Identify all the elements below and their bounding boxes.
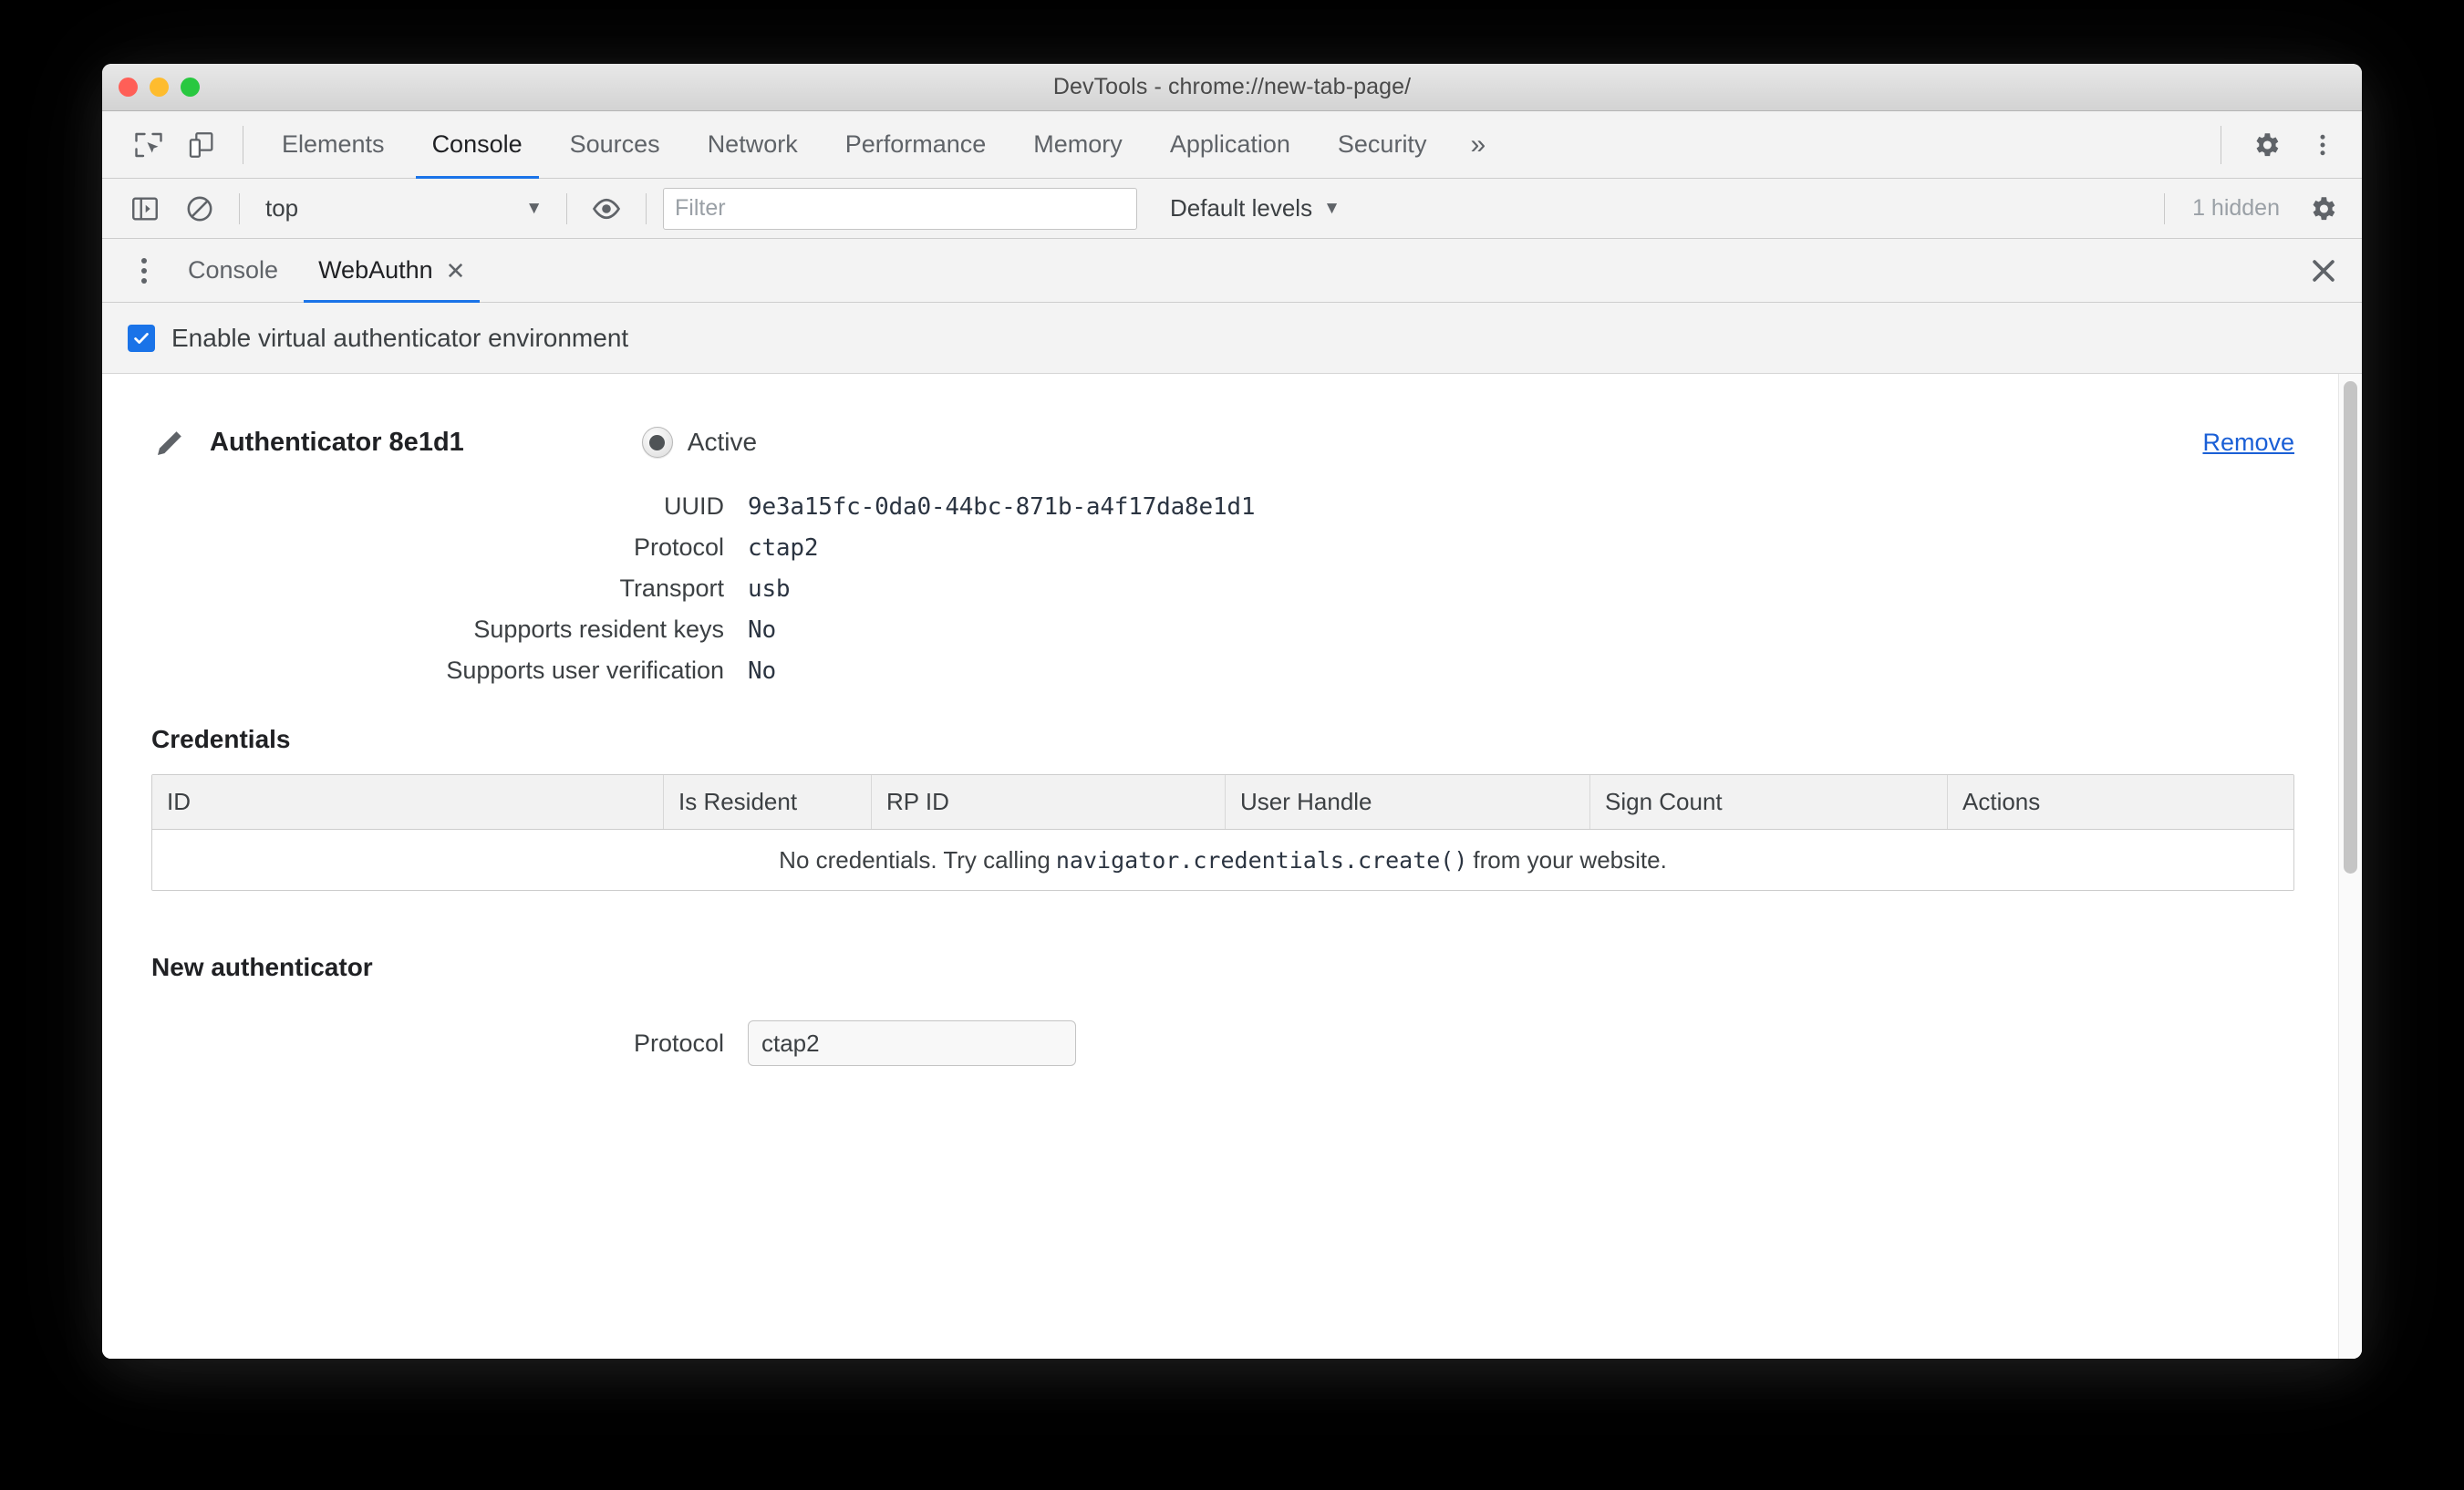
- column-header-is-resident[interactable]: Is Resident: [663, 775, 871, 829]
- empty-message-suffix: from your website.: [1473, 845, 1667, 874]
- minimize-window-button[interactable]: [150, 78, 169, 97]
- empty-message-prefix: No credentials. Try calling: [779, 845, 1051, 874]
- credentials-table: ID Is Resident RP ID User Handle Sign Co…: [151, 774, 2294, 891]
- authenticator-properties: UUID 9e3a15fc-0da0-44bc-871b-a4f17da8e1d…: [128, 492, 2294, 685]
- hidden-messages-count[interactable]: 1 hidden: [2176, 195, 2296, 222]
- drawer-tab-webauthn[interactable]: WebAuthn ✕: [298, 239, 485, 303]
- property-row-transport: Transport usb: [128, 574, 2294, 603]
- close-window-button[interactable]: [119, 78, 138, 97]
- tab-sources[interactable]: Sources: [546, 111, 684, 179]
- toolbar-divider: [646, 192, 647, 224]
- property-row-supports-resident-keys: Supports resident keys No: [128, 616, 2294, 644]
- drawer-tab-label: WebAuthn: [318, 256, 433, 284]
- column-header-id[interactable]: ID: [152, 775, 663, 829]
- more-tabs-chevron-icon[interactable]: »: [1450, 111, 1506, 179]
- column-header-rp-id[interactable]: RP ID: [871, 775, 1225, 829]
- tab-elements[interactable]: Elements: [258, 111, 409, 179]
- tab-network[interactable]: Network: [684, 111, 822, 179]
- zoom-window-button[interactable]: [181, 78, 200, 97]
- authenticator-name: Authenticator 8e1d1: [210, 427, 464, 457]
- new-authenticator-protocol-row: Protocol ctap2: [128, 1020, 2294, 1066]
- drawer-tab-label: Console: [188, 256, 279, 284]
- credentials-title: Credentials: [151, 725, 291, 753]
- clear-console-icon[interactable]: [173, 182, 226, 235]
- property-key: Transport: [619, 574, 724, 602]
- property-key: Supports resident keys: [473, 616, 724, 643]
- new-authenticator-protocol-select[interactable]: ctap2: [748, 1020, 1076, 1066]
- enable-virtual-authenticator-checkbox[interactable]: [128, 324, 155, 352]
- property-key: Supports user verification: [446, 657, 724, 684]
- new-authenticator-protocol-label: Protocol: [633, 1029, 724, 1057]
- webauthn-panel: Authenticator 8e1d1 Active Remove UUID 9…: [102, 374, 2338, 1359]
- active-radio-button[interactable]: [641, 427, 673, 458]
- property-key: UUID: [664, 492, 724, 520]
- inspect-element-icon[interactable]: [122, 119, 175, 171]
- device-toolbar-icon[interactable]: [175, 119, 228, 171]
- log-levels-label: Default levels: [1170, 194, 1313, 222]
- close-icon[interactable]: [2298, 245, 2349, 296]
- scrollbar-thumb[interactable]: [2344, 381, 2357, 874]
- chevron-down-icon: ▼: [525, 198, 543, 218]
- property-value: ctap2: [748, 534, 819, 562]
- webauthn-panel-wrapper: Authenticator 8e1d1 Active Remove UUID 9…: [102, 374, 2362, 1359]
- gear-icon[interactable]: [2296, 182, 2349, 235]
- devtools-window: DevTools - chrome://new-tab-page/ Elemen…: [102, 64, 2362, 1359]
- drawer-tabbar: Console WebAuthn ✕: [102, 239, 2362, 303]
- toolbar-divider: [2164, 192, 2166, 224]
- main-toolbar-actions: [2206, 119, 2349, 171]
- property-row-uuid: UUID 9e3a15fc-0da0-44bc-871b-a4f17da8e1d…: [128, 492, 2294, 521]
- property-key: Protocol: [633, 533, 724, 561]
- column-header-actions[interactable]: Actions: [1947, 775, 2293, 829]
- active-radio-label: Active: [687, 428, 758, 456]
- new-authenticator-title: New authenticator: [151, 953, 373, 981]
- property-value: 9e3a15fc-0da0-44bc-871b-a4f17da8e1d1: [748, 493, 1256, 521]
- close-icon[interactable]: ✕: [446, 259, 466, 283]
- gear-icon[interactable]: [2240, 119, 2293, 171]
- execution-context-selector[interactable]: top ▼: [253, 194, 554, 222]
- console-toolbar-right: 1 hidden: [2153, 182, 2349, 235]
- tab-security[interactable]: Security: [1314, 111, 1451, 179]
- toolbar-divider: [239, 192, 240, 224]
- property-value: No: [748, 616, 776, 644]
- empty-message-code: navigator.credentials.create(): [1055, 846, 1468, 874]
- enable-virtual-authenticator-label: Enable virtual authenticator environment: [171, 323, 629, 352]
- tab-memory[interactable]: Memory: [1009, 111, 1146, 179]
- desktop-backdrop: DevTools - chrome://new-tab-page/ Elemen…: [0, 0, 2464, 1490]
- column-header-sign-count[interactable]: Sign Count: [1589, 775, 1947, 829]
- property-value: usb: [748, 575, 791, 603]
- chevron-down-icon: ▼: [1323, 198, 1341, 218]
- devtools-main-tabbar: Elements Console Sources Network Perform…: [102, 111, 2362, 179]
- live-expression-eye-icon[interactable]: [580, 182, 633, 235]
- pencil-edit-icon[interactable]: [151, 423, 190, 461]
- drawer-tab-console[interactable]: Console: [168, 239, 298, 303]
- column-header-user-handle[interactable]: User Handle: [1225, 775, 1589, 829]
- property-row-protocol: Protocol ctap2: [128, 533, 2294, 562]
- console-toolbar: top ▼ Filter Default levels ▼ 1 hidden: [102, 179, 2362, 239]
- credentials-table-header: ID Is Resident RP ID User Handle Sign Co…: [152, 775, 2293, 830]
- devtools-drawer: Console WebAuthn ✕ Enable virtual authen…: [102, 239, 2362, 1359]
- drawer-more-tools-icon[interactable]: [120, 247, 168, 295]
- remove-authenticator-link[interactable]: Remove: [2202, 429, 2294, 457]
- tab-application[interactable]: Application: [1146, 111, 1314, 179]
- execution-context-value: top: [265, 194, 299, 222]
- window-titlebar: DevTools - chrome://new-tab-page/: [102, 64, 2362, 111]
- tab-console[interactable]: Console: [409, 111, 546, 179]
- credentials-empty-state: No credentials. Try calling navigator.cr…: [152, 830, 2293, 890]
- property-value: No: [748, 657, 776, 685]
- window-traffic-lights: [119, 64, 200, 110]
- panel-tabs: Elements Console Sources Network Perform…: [258, 111, 2206, 179]
- authenticator-header: Authenticator 8e1d1 Active Remove: [128, 423, 2294, 461]
- filter-input[interactable]: Filter: [663, 187, 1137, 230]
- tab-performance[interactable]: Performance: [822, 111, 1010, 179]
- enable-virtual-authenticator-row[interactable]: Enable virtual authenticator environment: [102, 303, 2362, 374]
- console-sidebar-icon[interactable]: [119, 182, 171, 235]
- window-title: DevTools - chrome://new-tab-page/: [1052, 74, 1412, 99]
- log-levels-selector[interactable]: Default levels ▼: [1155, 194, 1355, 222]
- authenticator-active-toggle[interactable]: Active: [641, 427, 758, 458]
- panel-scrollbar[interactable]: [2338, 374, 2362, 1359]
- three-dot-menu-icon[interactable]: [2296, 119, 2349, 171]
- property-row-supports-user-verification: Supports user verification No: [128, 657, 2294, 685]
- toolbar-divider: [566, 192, 567, 224]
